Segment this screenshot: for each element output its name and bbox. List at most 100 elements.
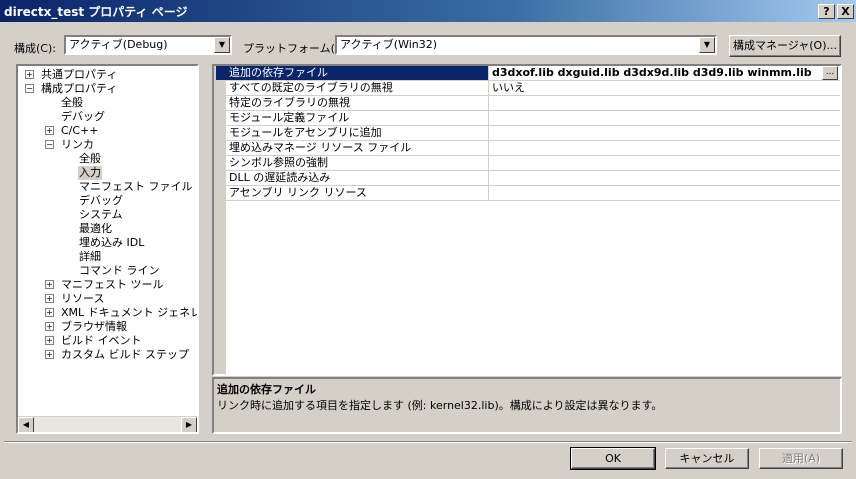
tree-item[interactable]: + リソース (18, 292, 197, 306)
tree-item-label: 埋め込み IDL (79, 236, 145, 249)
tree-item[interactable]: + 共通プロパティ (18, 68, 197, 82)
tree-item[interactable]: コマンド ライン (18, 264, 197, 278)
collapse-icon[interactable]: − (45, 140, 54, 149)
chevron-down-icon[interactable]: ▼ (214, 37, 230, 53)
tree-item[interactable]: デバッグ (18, 194, 197, 208)
tree-item[interactable]: + ブラウザ情報 (18, 320, 197, 334)
tree-item[interactable]: デバッグ (18, 110, 197, 124)
property-value[interactable] (488, 156, 840, 170)
scroll-left-icon[interactable]: ◀ (18, 417, 34, 432)
title-bar: directx_test プロパティ ページ ? X (0, 0, 856, 22)
property-value[interactable] (488, 171, 840, 185)
config-label: 構成(C): (14, 42, 56, 55)
expand-icon[interactable]: + (25, 70, 34, 79)
tree-item[interactable]: − リンカ (18, 138, 197, 152)
tree-item-label: 全般 (79, 152, 101, 165)
tree-item-label: デバッグ (79, 194, 123, 207)
tree-item-label: リソース (61, 292, 105, 305)
property-value[interactable] (488, 96, 840, 110)
tree-item[interactable]: マニフェスト ファイル (18, 180, 197, 194)
property-value[interactable] (488, 141, 840, 155)
tree-item[interactable]: + C/C++ (18, 124, 197, 138)
ellipsis-button[interactable]: ... (822, 66, 838, 80)
property-name[interactable]: 埋め込みマネージ リソース ファイル (216, 141, 488, 155)
help-button[interactable]: ? (818, 3, 835, 19)
chevron-down-icon[interactable]: ▼ (699, 37, 715, 53)
grid-row[interactable]: 埋め込みマネージ リソース ファイル (214, 141, 840, 156)
property-tree[interactable]: + 共通プロパティ − 構成プロパティ 全般 デバッグ + C/C++ − リンカ 全般 入力 マニフェ… (16, 64, 199, 434)
tree-item[interactable]: 全般 (18, 96, 197, 110)
tree-item[interactable]: 入力 (18, 166, 197, 180)
close-button[interactable]: X (837, 3, 854, 19)
tree-item[interactable]: − 構成プロパティ (18, 82, 197, 96)
expand-icon[interactable]: + (45, 126, 54, 135)
property-name[interactable]: シンボル参照の強制 (216, 156, 488, 170)
config-combo[interactable]: アクティブ(Debug) ▼ (64, 35, 232, 55)
tree-item[interactable]: 全般 (18, 152, 197, 166)
tree-item[interactable]: + ビルド イベント (18, 334, 197, 348)
tree-item-label: マニフェスト ファイル (79, 180, 193, 193)
tree-item[interactable]: 最適化 (18, 222, 197, 236)
expand-icon[interactable]: + (45, 336, 54, 345)
tree-item[interactable]: 詳細 (18, 250, 197, 264)
tree-item-label: マニフェスト ツール (61, 278, 164, 291)
expand-icon[interactable]: + (45, 350, 54, 359)
property-grid[interactable]: 追加の依存ファイル d3dxof.lib dxguid.lib d3dx9d.li… (212, 64, 842, 376)
tree-item-label: ブラウザ情報 (61, 320, 127, 333)
expand-icon[interactable]: + (45, 294, 54, 303)
tree-item-label: C/C++ (61, 124, 99, 137)
property-value[interactable]: いいえ (488, 81, 840, 95)
divider (4, 441, 852, 443)
description-title: 追加の依存ファイル (217, 383, 316, 396)
grid-row[interactable]: モジュール定義ファイル (214, 111, 840, 126)
property-name[interactable]: すべての既定のライブラリの無視 (216, 81, 488, 95)
grid-row[interactable]: 特定のライブラリの無視 (214, 96, 840, 111)
collapse-icon[interactable]: − (25, 84, 34, 93)
grid-row[interactable]: シンボル参照の強制 (214, 156, 840, 171)
horizontal-scrollbar[interactable]: ◀ ▶ (18, 416, 197, 432)
config-manager-button[interactable]: 構成マネージャ(O)... (729, 35, 841, 57)
tree-item[interactable]: システム (18, 208, 197, 222)
property-name[interactable]: アセンブリ リンク リソース (216, 186, 488, 200)
tree-item-label: システム (79, 208, 123, 221)
grid-row[interactable]: アセンブリ リンク リソース (214, 186, 840, 201)
property-name[interactable]: 特定のライブラリの無視 (216, 96, 488, 110)
apply-button[interactable]: 適用(A) (759, 448, 843, 469)
grid-row[interactable]: すべての既定のライブラリの無視 いいえ (214, 81, 840, 96)
property-name[interactable]: DLL の遅延読み込み (216, 171, 488, 185)
description-panel: 追加の依存ファイル リンク時に追加する項目を指定します (例: kernel32… (212, 377, 842, 434)
tree-item-label: カスタム ビルド ステップ (61, 348, 189, 361)
scroll-right-icon[interactable]: ▶ (181, 417, 197, 432)
tree-item-label: ビルド イベント (61, 334, 142, 347)
tree-item-label: コマンド ライン (79, 264, 160, 277)
property-value[interactable] (488, 126, 840, 140)
tree-item-label: 構成プロパティ (41, 82, 118, 95)
tree-item-label: デバッグ (61, 110, 105, 123)
cancel-button[interactable]: キャンセル (665, 448, 749, 469)
expand-icon[interactable]: + (45, 280, 54, 289)
description-text: リンク時に追加する項目を指定します (例: kernel32.lib)。構成によ… (217, 399, 663, 412)
property-name[interactable]: 追加の依存ファイル (216, 66, 488, 80)
tree-item[interactable]: 埋め込み IDL (18, 236, 197, 250)
tree-item-label: 全般 (61, 96, 83, 109)
platform-combo[interactable]: アクティブ(Win32) ▼ (335, 35, 717, 55)
ok-button[interactable]: OK (570, 447, 656, 470)
expand-icon[interactable]: + (45, 322, 54, 331)
tree-item-label: 最適化 (79, 222, 112, 235)
expand-icon[interactable]: + (45, 308, 54, 317)
window-title: directx_test プロパティ ページ (4, 4, 188, 19)
property-value[interactable] (488, 111, 840, 125)
property-name[interactable]: モジュール定義ファイル (216, 111, 488, 125)
platform-label: プラットフォーム(P): (243, 42, 350, 55)
property-value[interactable] (488, 186, 840, 200)
tree-item[interactable]: + マニフェスト ツール (18, 278, 197, 292)
tree-item[interactable]: + カスタム ビルド ステップ (18, 348, 197, 362)
property-value[interactable]: d3dxof.lib dxguid.lib d3dx9d.lib d3d9.li… (488, 66, 840, 80)
tree-item[interactable]: + XML ドキュメント ジェネレータ (18, 306, 197, 320)
tree-item-label: リンカ (61, 138, 94, 151)
grid-row[interactable]: DLL の遅延読み込み (214, 171, 840, 186)
grid-row[interactable]: モジュールをアセンブリに追加 (214, 126, 840, 141)
tree-item-label: 共通プロパティ (41, 68, 118, 81)
grid-row[interactable]: 追加の依存ファイル d3dxof.lib dxguid.lib d3dx9d.li… (214, 66, 840, 81)
property-name[interactable]: モジュールをアセンブリに追加 (216, 126, 488, 140)
